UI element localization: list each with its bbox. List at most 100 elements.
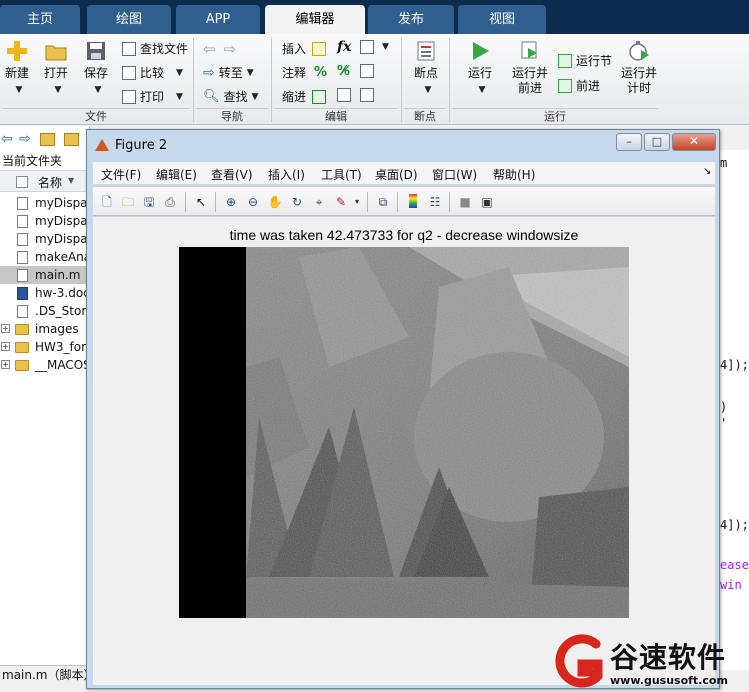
forward-arrow-icon[interactable]: ⇨ [19,131,31,147]
folder-icon [15,360,29,371]
fx-button[interactable]: fx [337,39,351,55]
insert-button[interactable]: 插入 [282,40,330,57]
run-and-advance-button[interactable]: 运行并 前进 [508,40,552,96]
breakpoints-button[interactable]: 断点 ▼ [408,40,444,98]
expand-plus-icon[interactable]: + [1,324,10,333]
section-label-file: 文件 [2,108,190,124]
new-button[interactable]: 新建 ▼ [2,40,32,98]
save-figure-icon[interactable]: 🖫 [141,194,157,210]
menu-window[interactable]: 窗口(W) [432,166,477,183]
ribbon-tab-strip: 主页 绘图 APP 编辑器 发布 视图 [0,0,749,34]
open-button[interactable]: 打开 ▼ [40,40,72,98]
wrap-comments-button[interactable] [360,64,378,78]
pan-hand-icon[interactable]: ✋ [267,194,283,210]
tab-apps[interactable]: APP [176,5,260,34]
tab-home[interactable]: 主页 [0,5,80,34]
editor-code-strip[interactable]: m 4]); ) ' 4]); ease win [718,150,749,670]
show-tools-icon[interactable]: ▣ [479,194,495,210]
menu-insert[interactable]: 插入(I) [268,166,305,183]
edit-plot-arrow-icon[interactable]: ↖ [193,194,209,210]
menu-tools[interactable]: 工具(T) [321,166,362,183]
run-and-time-button[interactable]: 运行并 计时 [618,40,660,96]
advance-icon [558,78,572,93]
indent-increase-button[interactable] [360,88,378,102]
name-column-header[interactable]: 名称 ▼ [0,170,90,192]
figure-title-bar[interactable]: Figure 2 – □ ✕ [87,130,719,160]
indent-button[interactable]: 缩进 [282,88,330,105]
uncomment-button[interactable]: %̸ [337,64,350,79]
folder-item[interactable]: + __MACOS [0,356,90,374]
menu-view[interactable]: 查看(V) [211,166,253,183]
tab-editor[interactable]: 编辑器 [265,5,365,34]
file-item-selected[interactable]: main.m [0,266,90,284]
hide-tools-icon[interactable]: ■ [457,194,473,210]
header-checkbox[interactable] [16,176,28,188]
file-item[interactable]: hw-3.doc [0,284,90,302]
comment-button[interactable]: 注释% [282,64,327,81]
up-folder-icon[interactable] [40,133,55,146]
run-section-button[interactable]: 运行节 [558,52,612,69]
zoom-out-icon[interactable]: ⊖ [245,194,261,210]
new-figure-icon[interactable]: 🗋 [99,194,115,210]
brush-icon[interactable]: ✎ [333,194,349,210]
print-figure-icon[interactable]: ⎙ [162,194,178,210]
expand-plus-icon[interactable]: + [1,360,10,369]
menu-file[interactable]: 文件(F) [101,166,141,183]
file-item[interactable]: myDispa [0,194,90,212]
open-file-icon[interactable]: 🗀 [120,194,136,210]
folder-item[interactable]: + images [0,320,90,338]
code-fragment: ) [720,400,728,414]
zoom-in-icon[interactable]: ⊕ [223,194,239,210]
expand-plus-icon[interactable]: + [1,342,10,351]
file-status-bar: main.m（脚本） [0,665,96,692]
code-fragment: ' [720,416,728,430]
link-plot-icon[interactable]: ⧉ [375,194,391,210]
indent-decrease-button[interactable] [337,88,355,102]
figure-title: Figure 2 [115,138,168,153]
menu-help[interactable]: 帮助(H) [493,166,535,183]
figure-window[interactable]: Figure 2 – □ ✕ 文件(F) 编辑(E) 查看(V) 插入(I) 工… [86,129,720,689]
back-arrow-icon[interactable]: ⇦ [1,131,13,147]
toolbar-separator [367,192,368,212]
site-watermark: 谷速软件 www.gususoft.com [552,632,749,692]
advance-button[interactable]: 前进 [558,77,600,94]
run-button[interactable]: 运行 ▼ [460,40,500,98]
fx-dropdown-button[interactable]: ▼ [360,40,389,54]
minimize-button[interactable]: – [616,133,642,151]
browse-folder-icon[interactable] [64,133,79,146]
tab-plots[interactable]: 绘图 [87,5,171,34]
maximize-button[interactable]: □ [644,133,670,151]
folder-open-icon [45,45,67,61]
find-files-button[interactable]: 查找文件 [122,40,188,57]
rotate-3d-icon[interactable]: ↻ [289,194,305,210]
back-forward-buttons[interactable]: ⇦ ⇨ [203,40,236,58]
file-item[interactable]: myDispa [0,230,90,248]
print-button[interactable]: 打印 ▼ [122,88,183,105]
find-button[interactable]: 🔍︎ 查找 ▼ [203,88,258,105]
file-item[interactable]: .DS_Store [0,302,90,320]
menu-dock-icon[interactable]: ↘ [703,166,711,177]
code-fragment: m [720,156,728,170]
comment-percent-icon: % [314,65,328,80]
goto-button[interactable]: ⇨ 转至 ▼ [203,64,254,81]
data-cursor-icon[interactable]: ⌖ [311,194,327,210]
file-item[interactable]: makeAna [0,248,90,266]
folder-item[interactable]: + HW3_for [0,338,90,356]
compare-button[interactable]: 比较 ▼ [122,64,183,81]
file-item[interactable]: myDispa [0,212,90,230]
legend-icon[interactable]: ☷ [427,194,443,210]
menu-desktop[interactable]: 桌面(D) [375,166,418,183]
stopwatch-run-icon [629,41,649,61]
save-button[interactable]: 保存 ▼ [80,40,112,98]
m-file-icon [17,233,28,246]
disparity-map-image[interactable] [179,247,629,618]
colorbar-icon[interactable] [405,194,421,210]
tab-view[interactable]: 视图 [458,5,546,34]
word-doc-icon [17,287,28,300]
run-advance-icon [521,41,537,59]
tab-publish[interactable]: 发布 [368,5,454,34]
brush-dropdown-icon[interactable]: ▾ [349,194,365,210]
menu-edit[interactable]: 编辑(E) [156,166,197,183]
close-button[interactable]: ✕ [672,133,716,151]
figure-canvas[interactable]: time was taken 42.473733 for q2 - decrea… [93,217,715,685]
